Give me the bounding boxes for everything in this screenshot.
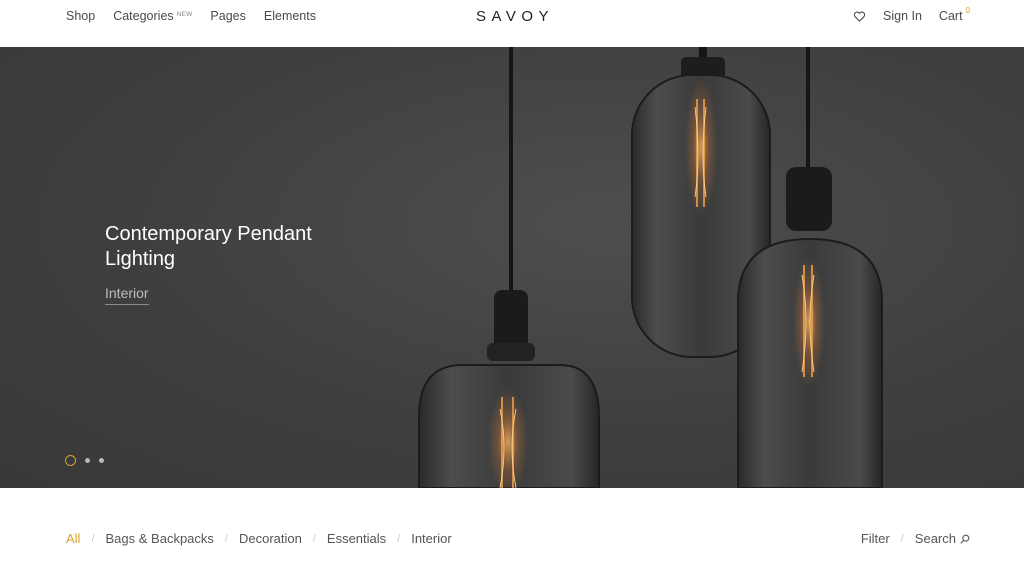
filter-button[interactable]: Filter <box>861 531 890 546</box>
cart-count: 0 <box>965 6 970 15</box>
separator: / <box>900 532 904 545</box>
separator: / <box>224 532 228 545</box>
cart-label: Cart <box>938 9 963 23</box>
separator: / <box>397 532 401 545</box>
shop-filter-bar: All / Bags & Backpacks / Decoration / Es… <box>0 488 1024 579</box>
slider-pagination <box>65 455 104 466</box>
header-actions: Sign In Cart 0 <box>853 6 970 26</box>
slider-dot-1[interactable] <box>65 455 76 466</box>
search-label: Search <box>914 531 956 546</box>
category-all[interactable]: All <box>66 531 80 546</box>
search-icon <box>960 534 970 544</box>
sign-in-link[interactable]: Sign In <box>883 9 922 23</box>
filter-tools: Filter / Search <box>861 531 970 546</box>
category-decoration[interactable]: Decoration <box>239 531 302 546</box>
slider-dot-2[interactable] <box>85 458 90 463</box>
heart-icon <box>853 11 866 22</box>
site-header: Shop Categories NEW Pages Elements SAVOY … <box>0 0 1024 47</box>
hero-title: Contemporary Pendant Lighting <box>105 223 312 270</box>
search-button[interactable]: Search <box>915 531 970 546</box>
category-essentials[interactable]: Essentials <box>327 531 386 546</box>
hero-slider: Contemporary Pendant Lighting Interior <box>0 47 1024 488</box>
category-filter: All / Bags & Backpacks / Decoration / Es… <box>66 531 452 546</box>
category-interior[interactable]: Interior <box>411 531 451 546</box>
cart-link[interactable]: Cart 0 <box>938 6 970 23</box>
wishlist-button[interactable] <box>853 9 866 26</box>
slider-dot-3[interactable] <box>99 458 104 463</box>
hero-category-link[interactable]: Interior <box>105 285 149 305</box>
separator: / <box>312 532 316 545</box>
category-bags-backpacks[interactable]: Bags & Backpacks <box>106 531 214 546</box>
separator: / <box>91 532 95 545</box>
